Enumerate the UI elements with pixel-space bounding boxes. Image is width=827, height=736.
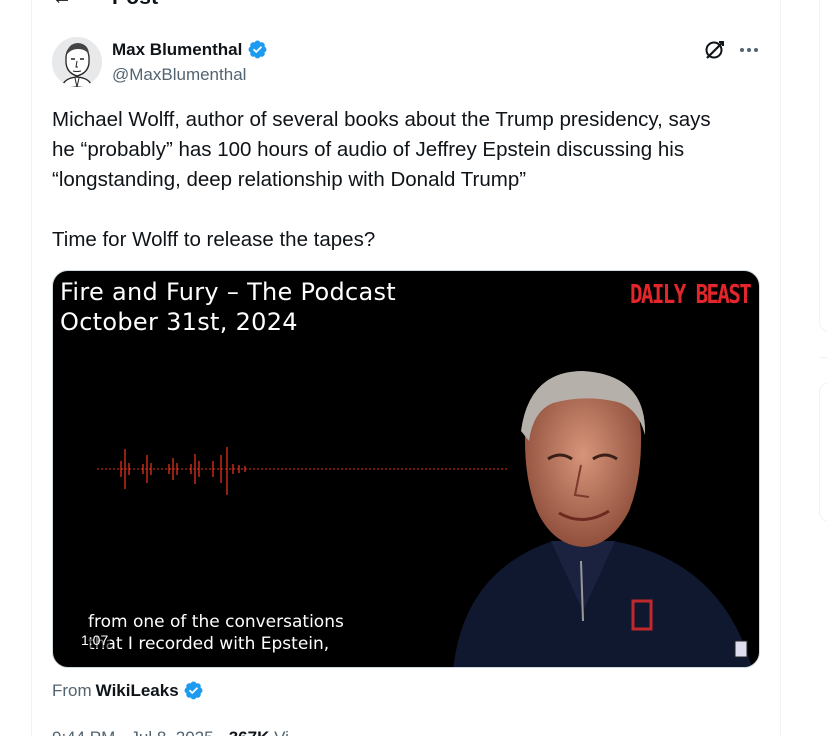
tweet-text-line: Michael Wolff, author of several books a… [52,108,711,131]
author-handle[interactable]: @MaxBlumenthal [112,65,246,85]
post-timestamp[interactable]: 9:44 PM · Jul 8, 2025 · [52,728,229,736]
verified-badge-icon [184,681,203,700]
tweet-text: Michael Wolff, author of several books a… [52,105,764,255]
view-count: 367K [229,728,270,736]
grok-icon[interactable] [703,38,727,62]
avatar[interactable] [52,37,102,87]
video-title-line: October 31st, 2024 [60,308,298,336]
video-caption: from one of the conversations that I rec… [88,611,344,655]
caption-line: from one of the conversations [88,612,344,632]
more-icon[interactable] [737,38,761,62]
video-source: From WikiLeaks [52,680,204,701]
tweet-text-line: Time for Wolff to release the tapes? [52,228,376,251]
author-display-name[interactable]: Max Blumenthal [112,40,242,60]
sidebar-card [819,382,827,522]
source-account-link[interactable]: WikiLeaks [96,681,179,701]
source-label: From [52,680,92,700]
verified-badge-icon [248,40,267,59]
daily-beast-logo: DAILY BEAST [629,280,752,310]
tweet-text-line: “longstanding, deep relationship with Do… [52,168,527,191]
views-label: Vi [269,728,289,736]
sidebar-divider [820,357,827,358]
page-title: Post [112,0,158,10]
arrow-left-icon[interactable]: ← [52,0,112,10]
epstein-photo [453,371,752,667]
post-header: ← Post [52,0,158,10]
tweet-text-line: he “probably” has 100 hours of audio of … [52,138,685,161]
caption-line: that I recorded with Epstein, [88,634,330,654]
video-duration: 1:07 [79,632,111,648]
video-title-line: Fire and Fury – The Podcast [60,278,396,306]
video-player[interactable]: Fire and Fury – The Podcast October 31st… [52,270,760,668]
sidebar-card [819,0,827,332]
video-title: Fire and Fury – The Podcast October 31st… [60,277,396,337]
post-metadata: 9:44 PM · Jul 8, 2025 · 367K Vi [52,728,289,736]
author-name-row[interactable]: Max Blumenthal [112,39,268,60]
